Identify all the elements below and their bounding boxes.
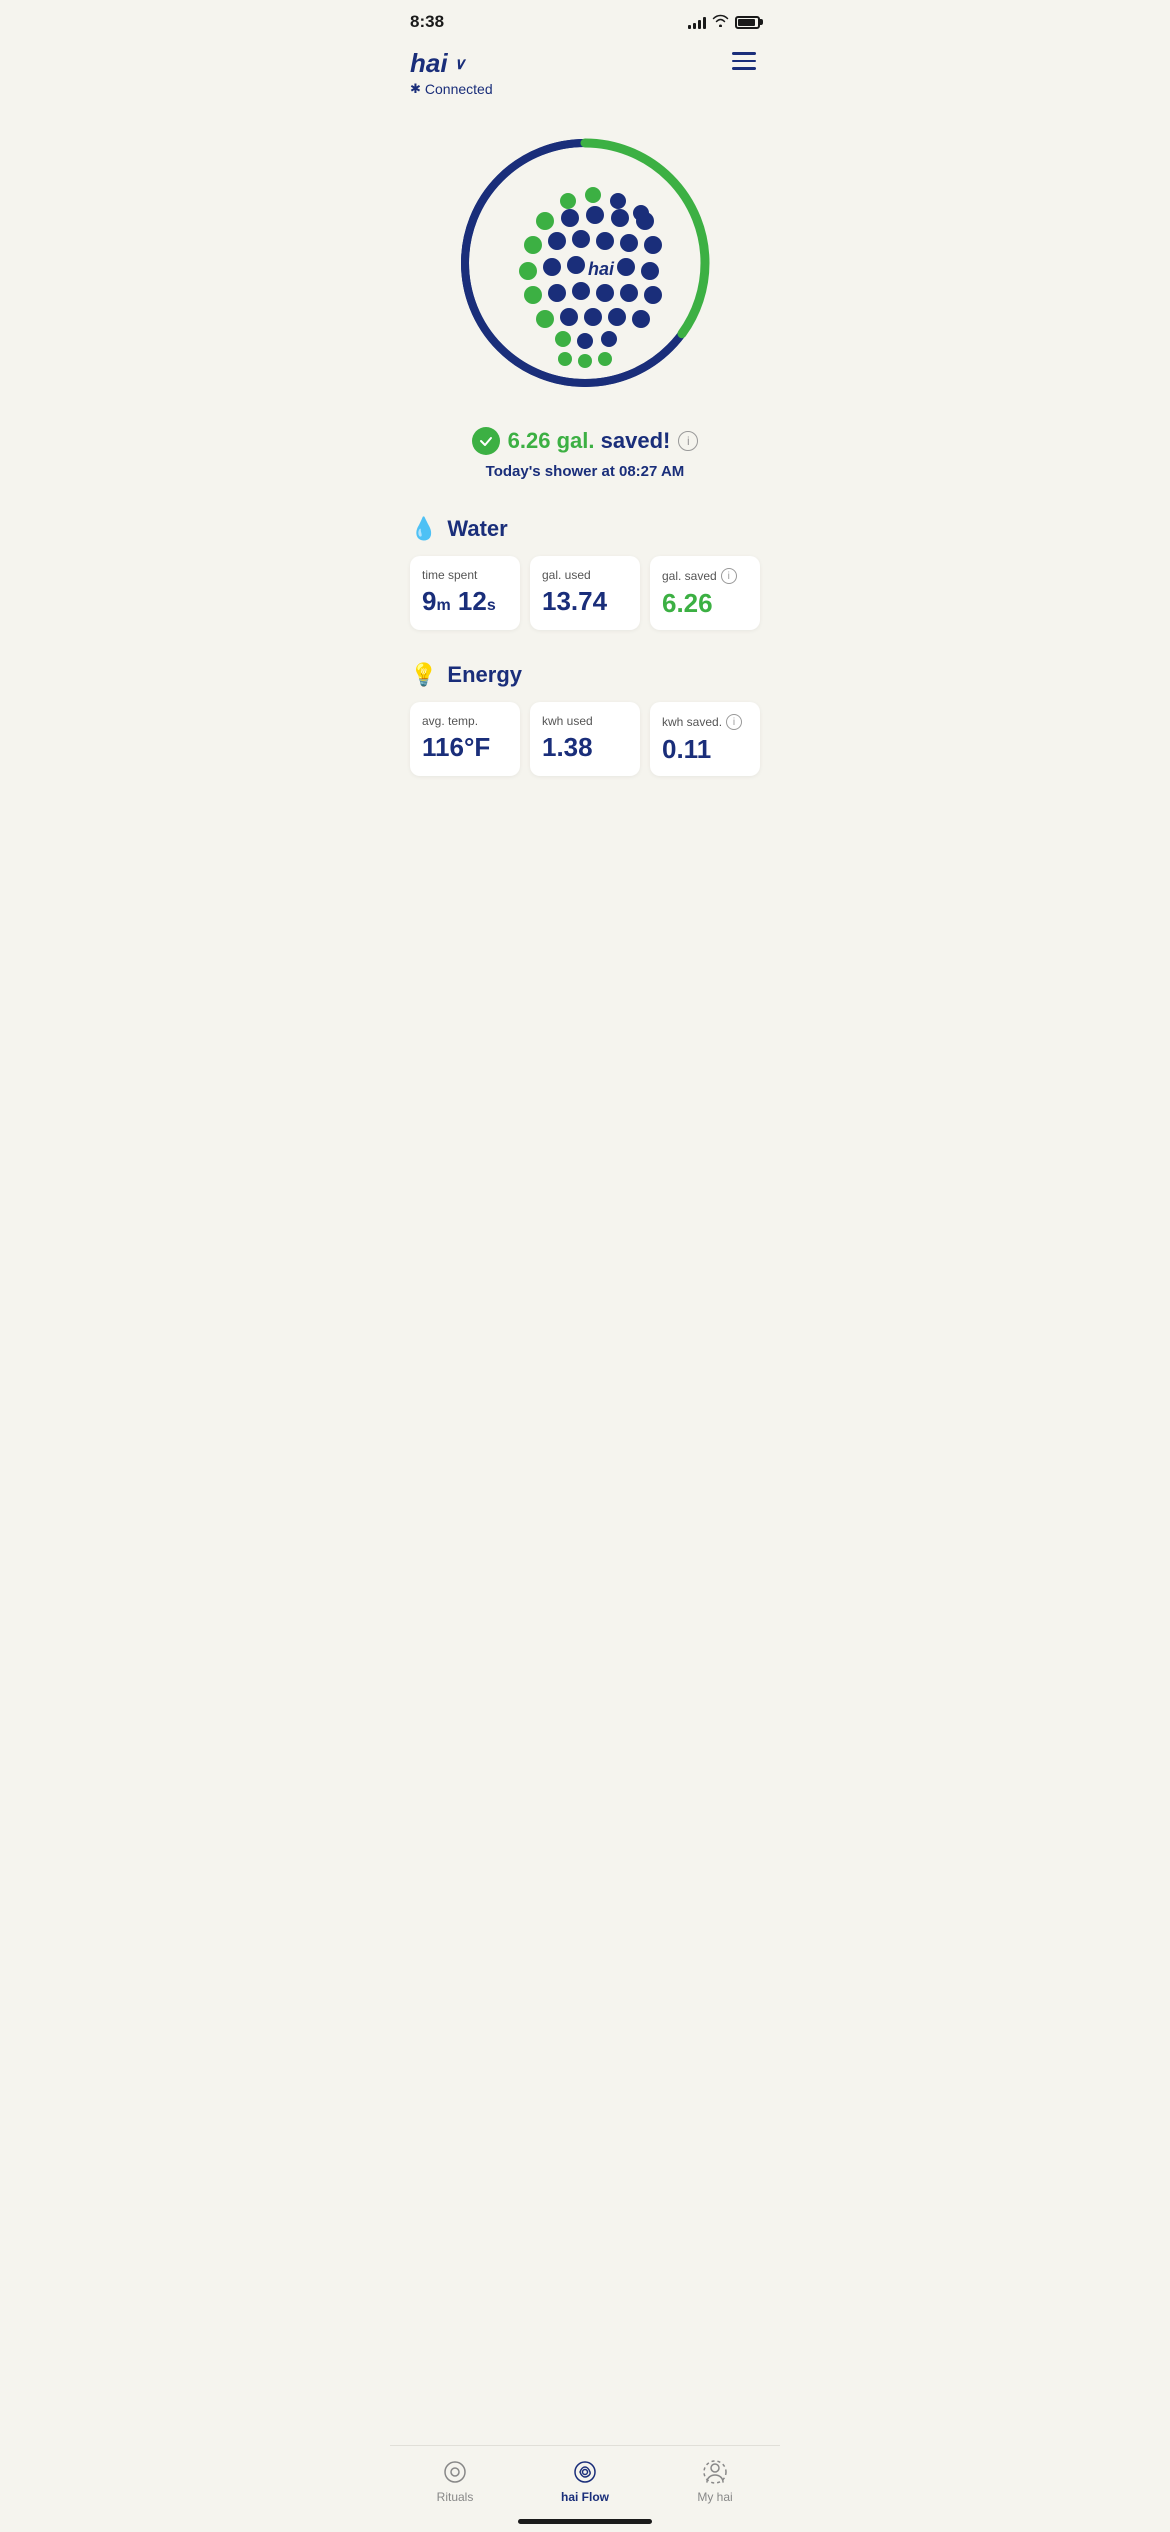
gal-saved-card: gal. saved i 6.26 <box>650 556 760 630</box>
water-section-title: 💧 Water <box>410 516 760 542</box>
menu-line-3 <box>732 67 756 70</box>
time-spent-value: 9m 12s <box>422 588 508 614</box>
my-hai-icon <box>701 2458 729 2486</box>
shower-time: Today's shower at 08:27 AM <box>410 463 760 480</box>
nav-item-hai-flow[interactable]: hai Flow <box>520 2458 650 2504</box>
kwh-saved-info-button[interactable]: i <box>726 714 742 730</box>
shower-svg: hai <box>445 123 725 403</box>
rituals-label: Rituals <box>437 2490 474 2504</box>
battery-icon <box>735 16 760 29</box>
nav-item-rituals[interactable]: Rituals <box>390 2458 520 2504</box>
app-name: hai <box>410 48 448 79</box>
gal-used-value: 13.74 <box>542 588 628 614</box>
savings-section: 6.26 gal. saved! i Today's shower at 08:… <box>390 423 780 500</box>
energy-metrics-grid: avg. temp. 116°F kwh used 1.38 kwh saved… <box>410 702 760 776</box>
kwh-saved-card: kwh saved. i 0.11 <box>650 702 760 776</box>
time-spent-card: time spent 9m 12s <box>410 556 520 630</box>
wifi-icon <box>712 14 729 30</box>
avg-temp-label: avg. temp. <box>422 714 508 728</box>
menu-button[interactable] <box>728 48 760 74</box>
energy-section-title: 💡 Energy <box>410 662 760 688</box>
menu-line-1 <box>732 52 756 55</box>
gal-used-card: gal. used 13.74 <box>530 556 640 630</box>
connection-status: ✱ Connected <box>410 81 493 97</box>
home-indicator <box>518 2519 652 2524</box>
gal-used-label: gal. used <box>542 568 628 582</box>
status-bar: 8:38 <box>390 0 780 40</box>
hai-flow-icon <box>571 2458 599 2486</box>
water-drop-icon: 💧 <box>410 516 437 542</box>
energy-label: Energy <box>447 662 522 688</box>
avg-temp-card: avg. temp. 116°F <box>410 702 520 776</box>
savings-main: 6.26 gal. saved! i <box>410 427 760 455</box>
shower-head-visual[interactable]: hai <box>445 123 725 403</box>
status-time: 8:38 <box>410 12 444 32</box>
signal-icon <box>688 15 706 29</box>
bluetooth-icon: ✱ <box>410 81 421 97</box>
menu-line-2 <box>732 60 756 63</box>
shower-head-container: hai <box>390 113 780 423</box>
connection-label: Connected <box>425 81 493 97</box>
status-icons <box>688 14 760 30</box>
kwh-saved-label: kwh saved. i <box>662 714 748 730</box>
app-title[interactable]: hai ∨ <box>410 48 493 79</box>
savings-info-button[interactable]: i <box>678 431 698 451</box>
energy-section: 💡 Energy avg. temp. 116°F kwh used 1.38 … <box>390 646 780 792</box>
kwh-used-card: kwh used 1.38 <box>530 702 640 776</box>
water-metrics-grid: time spent 9m 12s gal. used 13.74 gal. s… <box>410 556 760 630</box>
header-left: hai ∨ ✱ Connected <box>410 48 493 97</box>
gal-saved-label: gal. saved i <box>662 568 748 584</box>
water-label: Water <box>447 516 507 542</box>
chevron-down-icon[interactable]: ∨ <box>454 54 466 74</box>
kwh-used-value: 1.38 <box>542 734 628 760</box>
time-spent-label: time spent <box>422 568 508 582</box>
svg-text:hai: hai <box>588 259 615 279</box>
kwh-saved-value: 0.11 <box>662 736 748 762</box>
savings-check-icon <box>472 427 500 455</box>
gal-saved-value: 6.26 <box>662 590 748 616</box>
rituals-icon <box>441 2458 469 2486</box>
savings-amount: 6.26 gal. saved! <box>508 428 671 454</box>
nav-item-my-hai[interactable]: My hai <box>650 2458 780 2504</box>
kwh-used-label: kwh used <box>542 714 628 728</box>
water-section: 💧 Water time spent 9m 12s gal. used 13.7… <box>390 500 780 646</box>
header: hai ∨ ✱ Connected <box>390 40 780 113</box>
my-hai-label: My hai <box>697 2490 732 2504</box>
gal-saved-info-button[interactable]: i <box>721 568 737 584</box>
avg-temp-value: 116°F <box>422 734 508 760</box>
lightbulb-icon: 💡 <box>410 662 437 688</box>
hai-flow-label: hai Flow <box>561 2490 609 2504</box>
